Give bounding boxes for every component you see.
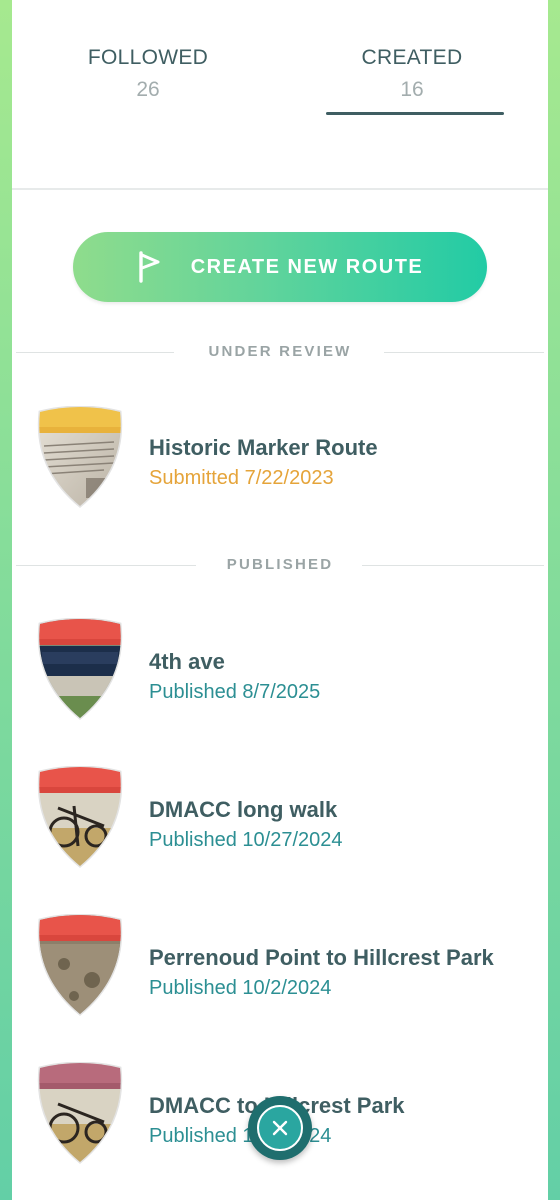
routes-panel: FOLLOWED 26 CREATED 16 CREATE NEW ROUTE …	[12, 0, 548, 1200]
route-item-4th-ave[interactable]: 4th ave Published 8/7/2025	[12, 618, 548, 728]
close-button-inner	[257, 1105, 303, 1151]
tabs-divider	[12, 188, 548, 190]
flag-icon	[139, 251, 160, 283]
create-new-route-label: CREATE NEW ROUTE	[190, 255, 424, 278]
published-header: PUBLISHED	[12, 555, 548, 575]
active-tab-indicator	[326, 112, 504, 115]
tab-followed[interactable]: FOLLOWED 26	[58, 46, 238, 102]
route-badge-icon	[37, 766, 123, 868]
tab-followed-label: FOLLOWED	[87, 46, 209, 69]
route-item-historic-marker[interactable]: Historic Marker Route Submitted 7/22/202…	[12, 406, 548, 516]
tab-followed-count: 26	[136, 78, 160, 101]
under-review-header: UNDER REVIEW	[12, 342, 548, 362]
route-item-dmacc-long-walk[interactable]: DMACC long walk Published 10/27/2024	[12, 766, 548, 876]
route-name: 4th ave	[149, 649, 225, 674]
tab-created[interactable]: CREATED 16	[322, 46, 502, 102]
route-name: Perrenoud Point to Hillcrest Park	[149, 945, 494, 970]
route-badge-icon	[37, 406, 123, 508]
route-item-perrenoud-point[interactable]: Perrenoud Point to Hillcrest Park Publis…	[12, 914, 548, 1024]
route-status: Published 10/2/2024	[149, 977, 332, 999]
route-badge-icon	[37, 1062, 123, 1164]
route-status: Published 10/27/2024	[149, 829, 343, 851]
divider-line	[384, 352, 544, 353]
route-badge-icon	[37, 618, 123, 720]
route-name: DMACC long walk	[149, 797, 338, 822]
route-badge-icon	[37, 914, 123, 1016]
route-status: Submitted 7/22/2023	[149, 467, 334, 489]
tab-created-count: 16	[400, 78, 424, 101]
tab-created-label: CREATED	[361, 46, 463, 69]
route-status: Published 8/7/2025	[149, 681, 321, 703]
close-button[interactable]	[248, 1096, 312, 1160]
route-name: Historic Marker Route	[149, 435, 378, 460]
close-icon	[272, 1120, 288, 1136]
create-new-route-button[interactable]: CREATE NEW ROUTE	[73, 232, 487, 302]
divider-line	[362, 565, 544, 566]
